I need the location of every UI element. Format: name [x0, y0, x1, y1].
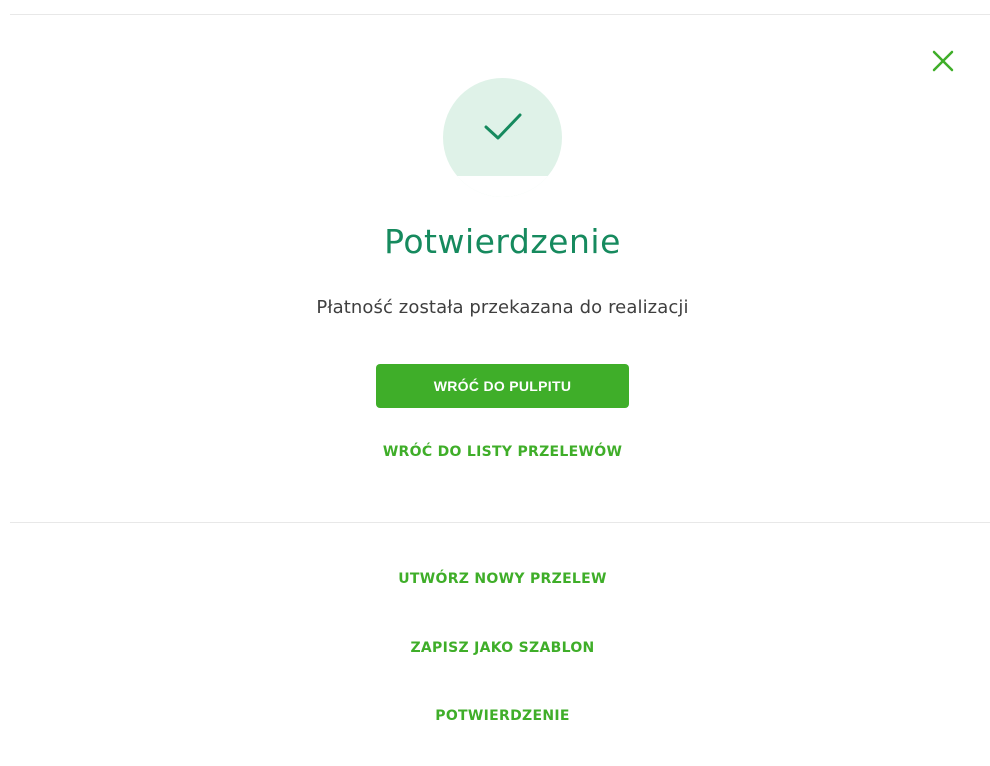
- back-to-dashboard-button[interactable]: WRÓĆ DO PULPITU: [376, 364, 629, 408]
- save-as-template-link[interactable]: ZAPISZ JAKO SZABLON: [0, 640, 990, 656]
- section-divider: [10, 522, 990, 523]
- top-divider: [10, 14, 990, 15]
- create-new-transfer-link[interactable]: UTWÓRZ NOWY PRZELEW: [0, 571, 990, 587]
- confirmation-page: Potwierdzenie Płatność została przekazan…: [0, 0, 990, 766]
- status-message: Płatność została przekazana do realizacj…: [316, 297, 689, 318]
- success-status-circle: [443, 78, 562, 197]
- circle-bottom-mask: [443, 176, 562, 197]
- page-title: Potwierdzenie: [384, 222, 621, 261]
- close-icon: [932, 50, 954, 72]
- close-button[interactable]: [930, 48, 956, 74]
- back-to-transfers-list-link[interactable]: WRÓĆ DO LISTY PRZELEWÓW: [0, 444, 990, 460]
- confirmation-link[interactable]: POTWIERDZENIE: [0, 708, 990, 724]
- check-icon: [484, 113, 522, 140]
